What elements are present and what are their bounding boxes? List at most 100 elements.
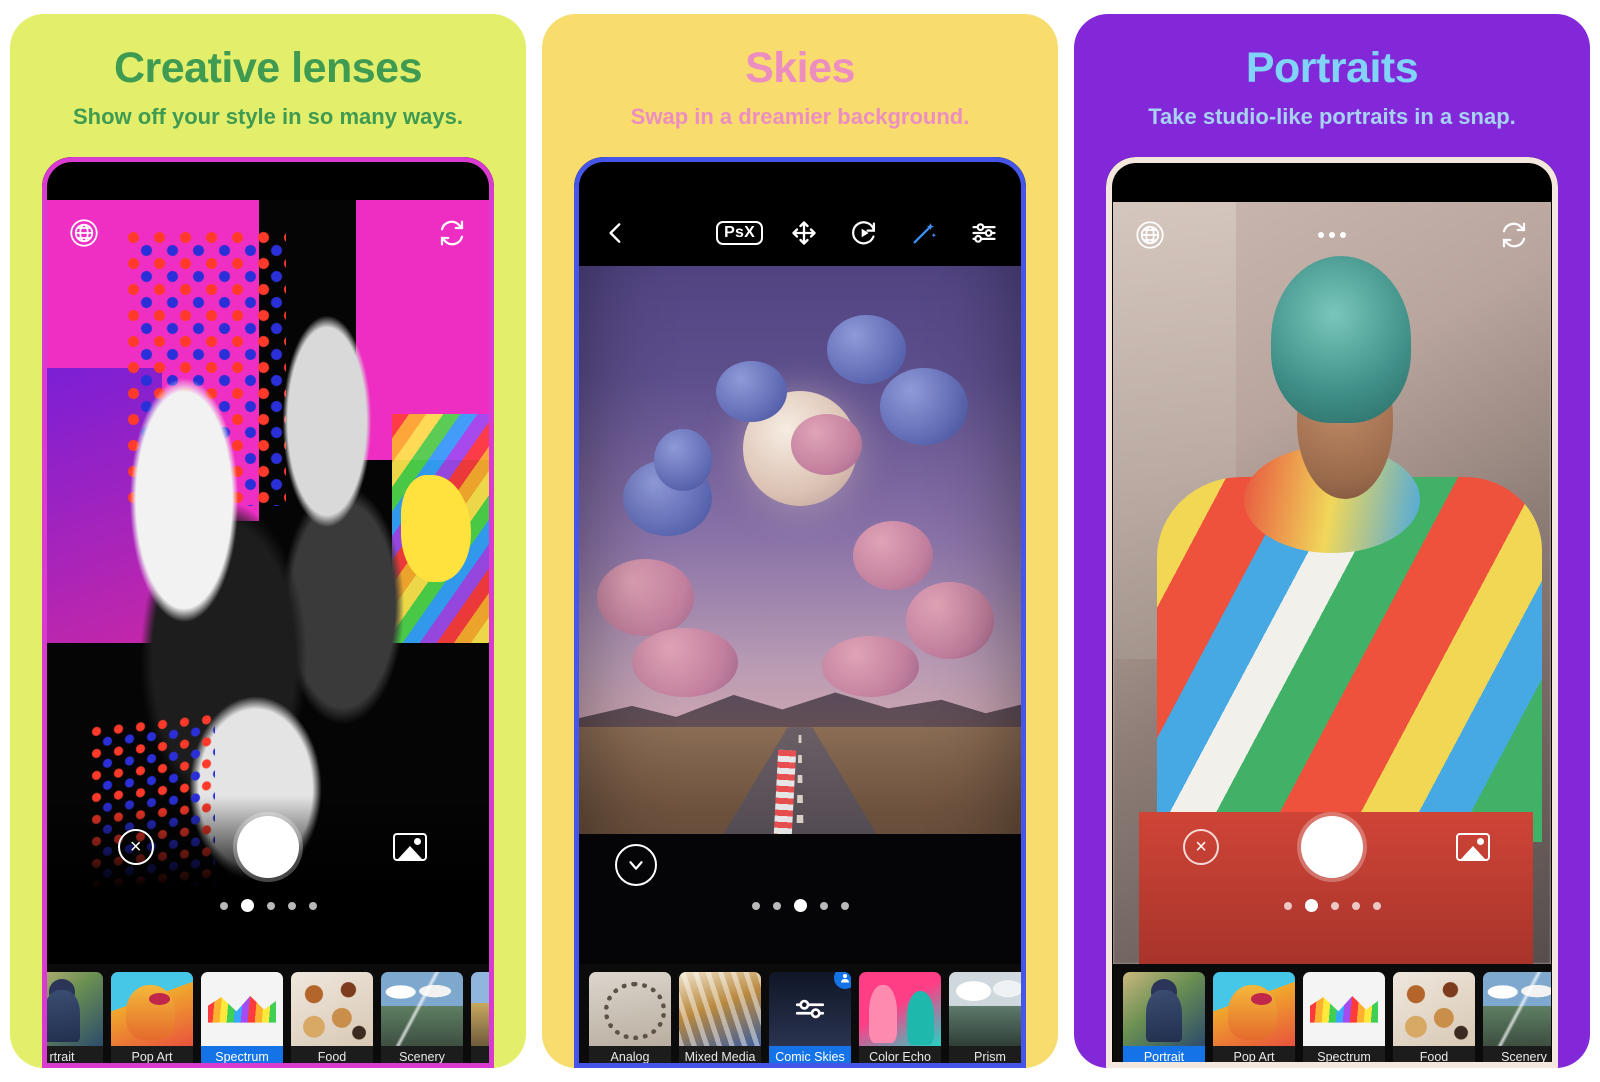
- filter-thumb-image: [201, 972, 283, 1046]
- page-title: Creative lenses: [113, 44, 423, 92]
- globe-icon[interactable]: [1131, 216, 1169, 254]
- back-chevron-icon[interactable]: [597, 214, 635, 252]
- filter-thumb-image: [111, 972, 193, 1046]
- filter-label: Artfu: [471, 1046, 489, 1068]
- filter-thumb-color-echo[interactable]: Color Echo: [859, 972, 941, 1068]
- camera-flip-icon[interactable]: [1495, 216, 1533, 254]
- filter-thumb-image: [47, 972, 103, 1046]
- filter-thumb-spectrum[interactable]: Spectrum: [1303, 972, 1385, 1068]
- filter-label: Portrait: [1123, 1046, 1205, 1068]
- camera-controls-1: ×: [47, 804, 489, 890]
- three-dots-icon[interactable]: [1318, 232, 1346, 239]
- close-icon[interactable]: ×: [117, 829, 154, 865]
- camera-controls-3: ×: [1113, 804, 1551, 890]
- filter-thumb-pop-art[interactable]: Pop Art: [111, 972, 193, 1068]
- page-dot-active[interactable]: [793, 899, 807, 912]
- page-dot[interactable]: [1330, 901, 1339, 910]
- filter-thumb-image: [589, 972, 671, 1046]
- filter-label: Pop Art: [111, 1046, 193, 1068]
- gallery-icon[interactable]: [393, 833, 428, 861]
- page-dots-3: [1113, 899, 1551, 912]
- page-dot[interactable]: [1283, 901, 1292, 910]
- page-subtitle: Take studio-like portraits in a snap.: [1148, 104, 1516, 130]
- page-dots-1: [47, 899, 489, 912]
- phone-mockup-2: PsX Analog Mixed Media Comic Skies Color…: [574, 157, 1026, 1068]
- filter-strip-2[interactable]: Analog Mixed Media Comic Skies Color Ech…: [579, 964, 1021, 1068]
- page-subtitle: Show off your style in so many ways.: [73, 104, 463, 130]
- phone-screen-3: × Portrait Pop Art Spectrum Food Scenery: [1113, 164, 1551, 1068]
- filter-thumb-comic-skies[interactable]: Comic Skies: [769, 972, 851, 1068]
- panel-portraits: Portraits Take studio-like portraits in …: [1074, 14, 1590, 1068]
- status-bar: [1113, 164, 1551, 203]
- page-dot-active[interactable]: [1304, 899, 1318, 912]
- filter-label: Spectrum: [201, 1046, 283, 1068]
- filter-thumb-artful[interactable]: Artfu: [471, 972, 489, 1068]
- filter-label: Spectrum: [1303, 1046, 1385, 1068]
- filter-label: Mixed Media: [679, 1046, 761, 1068]
- page-dot[interactable]: [287, 901, 296, 910]
- filter-thumb-image: [859, 972, 941, 1046]
- editor-topbar-2: PsX: [579, 200, 1021, 267]
- page-dot[interactable]: [840, 901, 849, 910]
- filter-label: rtrait: [47, 1046, 103, 1068]
- page-dot[interactable]: [219, 901, 228, 910]
- camera-topbar-3: [1113, 202, 1551, 268]
- psx-badge[interactable]: PsX: [716, 221, 763, 246]
- filter-thumb-image: [1213, 972, 1295, 1046]
- shutter-button[interactable]: [1301, 816, 1363, 878]
- phone-mockup-1: × rtrait Pop Art Spectrum Food Scenery: [42, 157, 494, 1068]
- move-arrows-icon[interactable]: [785, 214, 823, 252]
- page-dot-active[interactable]: [240, 899, 254, 912]
- filter-strip-1[interactable]: rtrait Pop Art Spectrum Food Scenery: [47, 964, 489, 1068]
- filter-thumb-mixed-media[interactable]: Mixed Media: [679, 972, 761, 1068]
- filter-thumb-portrait[interactable]: Portrait: [1123, 972, 1205, 1068]
- close-icon[interactable]: ×: [1183, 829, 1220, 865]
- filter-thumb-image: [1483, 972, 1551, 1046]
- sliders-icon[interactable]: [965, 214, 1003, 252]
- page-dot[interactable]: [1372, 901, 1381, 910]
- filter-thumb-image: [679, 972, 761, 1046]
- filter-thumb-image: [381, 972, 463, 1046]
- filter-label: Food: [1393, 1046, 1475, 1068]
- filter-thumb-spectrum[interactable]: Spectrum: [201, 972, 283, 1068]
- page-dot[interactable]: [751, 901, 760, 910]
- filter-thumb-prism[interactable]: Prism: [949, 972, 1021, 1068]
- filter-thumb-scenery[interactable]: Scenery: [1483, 972, 1551, 1068]
- filter-label: Comic Skies: [769, 1046, 851, 1068]
- camera-topbar-1: [47, 200, 489, 266]
- page-dot[interactable]: [819, 901, 828, 910]
- panel-skies: Skies Swap in a dreamier background. PsX…: [542, 14, 1058, 1068]
- globe-icon[interactable]: [65, 214, 103, 252]
- filter-label: Prism: [949, 1046, 1021, 1068]
- gallery-icon[interactable]: [1455, 833, 1490, 861]
- play-circle-icon[interactable]: [845, 214, 883, 252]
- filter-thumb-food[interactable]: Food: [291, 972, 373, 1068]
- panel-creative-lenses: Creative lenses Show off your style in s…: [10, 14, 526, 1068]
- chevron-down-icon[interactable]: [615, 844, 657, 886]
- filter-thumb-image: [1123, 972, 1205, 1046]
- magic-wand-icon[interactable]: [905, 214, 943, 252]
- page-dot[interactable]: [266, 901, 275, 910]
- page-dot[interactable]: [1351, 901, 1360, 910]
- filter-thumb-portrait[interactable]: rtrait: [47, 972, 103, 1068]
- camera-viewport-3: ×: [1113, 202, 1551, 964]
- screenshot-gallery: Creative lenses Show off your style in s…: [0, 0, 1600, 1082]
- filter-thumb-food[interactable]: Food: [1393, 972, 1475, 1068]
- filter-thumb-image: [949, 972, 1021, 1046]
- shutter-button[interactable]: [237, 816, 299, 878]
- filter-label: Color Echo: [859, 1046, 941, 1068]
- filter-thumb-pop-art[interactable]: Pop Art: [1213, 972, 1295, 1068]
- page-title: Portraits: [1245, 44, 1419, 92]
- filter-thumb-analog[interactable]: Analog: [589, 972, 671, 1068]
- filter-thumb-scenery[interactable]: Scenery: [381, 972, 463, 1068]
- page-subtitle: Swap in a dreamier background.: [630, 104, 970, 130]
- filter-label: Food: [291, 1046, 373, 1068]
- filter-label: Scenery: [1483, 1046, 1551, 1068]
- filter-strip-3[interactable]: Portrait Pop Art Spectrum Food Scenery: [1113, 964, 1551, 1068]
- page-dot[interactable]: [772, 901, 781, 910]
- page-dot[interactable]: [308, 901, 317, 910]
- camera-flip-icon[interactable]: [433, 214, 471, 252]
- phone-screen-1: × rtrait Pop Art Spectrum Food Scenery: [47, 162, 489, 1068]
- filter-thumb-image: [1393, 972, 1475, 1046]
- status-bar: [47, 162, 489, 201]
